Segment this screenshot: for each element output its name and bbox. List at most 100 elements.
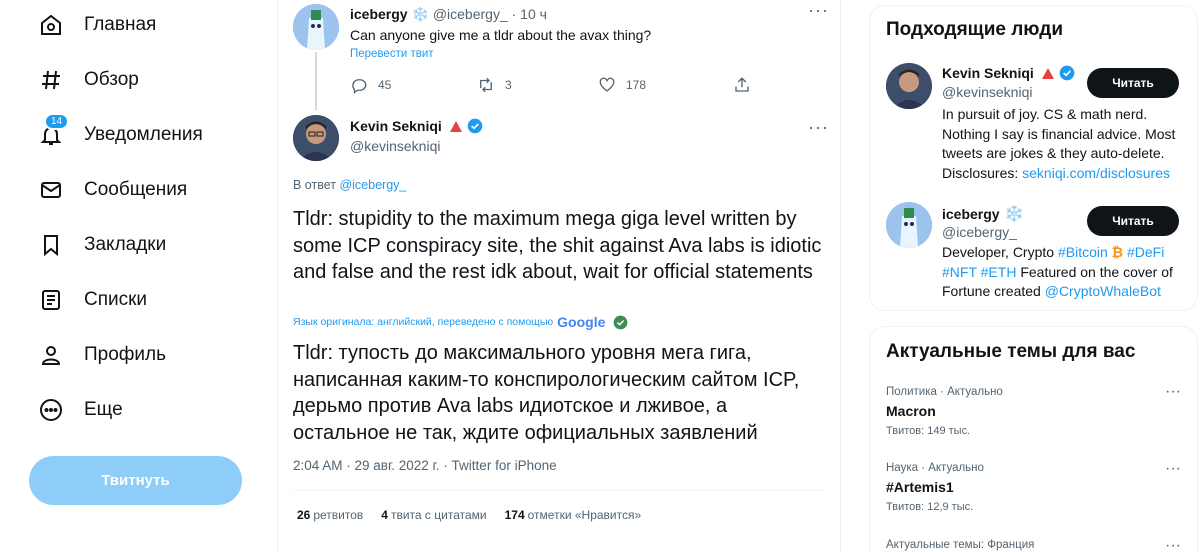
tweet-timestamp-source[interactable]: 2:04 AM · 29 авг. 2022 г. · Twitter for … xyxy=(293,458,557,473)
tweet-thread: icebergy ❄️ @icebergy_ · 10 ч ··· Can an… xyxy=(277,0,841,552)
suggest-icebergy-name-row: icebergy ❄️ xyxy=(942,204,1024,224)
envelope-icon xyxy=(38,177,64,203)
follow-button-kevin[interactable]: Читать xyxy=(1087,68,1179,98)
verified-badge-icon xyxy=(1059,65,1075,81)
hashtag-icon xyxy=(38,67,64,93)
divider xyxy=(293,490,825,491)
parent-tweet-time[interactable]: · 10 ч xyxy=(512,6,547,22)
trends-title: Актуальные темы для вас xyxy=(886,341,1136,362)
nav-label-more: Еще xyxy=(84,399,123,420)
nav-item-messages[interactable]: Сообщения xyxy=(38,170,187,210)
heart-icon xyxy=(599,77,615,92)
suggest-kevin-name-row: Kevin Sekniqi xyxy=(942,65,1075,83)
likes-stat[interactable]: 174 отметки «Нравится» xyxy=(505,508,642,522)
nav-item-bookmarks[interactable]: Закладки xyxy=(38,225,166,265)
person-icon xyxy=(38,342,64,368)
hashtag-eth-link[interactable]: #ETH xyxy=(981,264,1017,280)
quotes-stat-label: твита с цитатами xyxy=(390,508,487,522)
nav-label-explore: Обзор xyxy=(84,69,139,90)
trend-category: Политика · Актуально xyxy=(886,386,1003,398)
trends-panel: Актуальные темы для вас Политика · Актуа… xyxy=(869,326,1198,552)
translate-tweet-link[interactable]: Перевести твит xyxy=(350,48,434,60)
reply-action[interactable]: 45 xyxy=(350,76,391,94)
thread-connector-line xyxy=(315,52,317,110)
nav-item-notifications[interactable]: 14 Уведомления xyxy=(38,113,203,155)
avatar-kevin-sekniqi[interactable] xyxy=(293,115,339,161)
suggest-kevin-name[interactable]: Kevin Sekniqi xyxy=(942,65,1034,81)
reply-context: В ответ @icebergy_ xyxy=(293,178,406,192)
parent-author-name[interactable]: icebergy xyxy=(350,6,408,22)
trend-more-icon[interactable]: ··· xyxy=(1165,383,1181,401)
nav-item-explore[interactable]: Обзор xyxy=(38,60,139,100)
nav-item-home[interactable]: Главная xyxy=(38,5,156,45)
verified-badge-icon xyxy=(467,118,483,134)
hashtag-nft-link[interactable]: #NFT xyxy=(942,264,977,280)
translation-note[interactable]: Язык оригинала: английский, переведено с… xyxy=(293,316,553,328)
suggest-avatar-kevin[interactable] xyxy=(886,63,932,109)
reply-count: 45 xyxy=(378,78,392,92)
main-tweet-text: Tldr: stupidity to the maximum mega giga… xyxy=(293,208,822,283)
icebergy-bio-text-1: Developer, Crypto xyxy=(942,244,1055,260)
nav-label-profile: Профиль xyxy=(84,344,167,365)
bitcoin-icon: ₿ xyxy=(1111,244,1124,260)
share-icon xyxy=(735,77,749,92)
list-icon xyxy=(38,287,64,313)
suggest-icebergy-name[interactable]: icebergy xyxy=(942,206,1000,222)
trend-topic: Macron xyxy=(886,403,936,419)
tweet-button[interactable]: Твитнуть xyxy=(29,456,242,505)
nav-label-notifications: Уведомления xyxy=(84,124,203,145)
retweets-stat[interactable]: 26 ретвитов xyxy=(297,508,363,522)
parent-tweet-text: Can anyone give me a tldr about the avax… xyxy=(350,27,652,43)
main-author-handle[interactable]: @kevinsekniqi xyxy=(350,138,440,154)
follow-button-icebergy[interactable]: Читать xyxy=(1087,206,1179,236)
retweet-count: 3 xyxy=(505,78,512,92)
trend-more-icon[interactable]: ··· xyxy=(1165,460,1181,478)
suggest-kevin-handle[interactable]: @kevinsekniqi xyxy=(942,84,1032,100)
retweets-stat-count: 26 xyxy=(297,508,311,522)
disclosures-link[interactable]: sekniqi.com/disclosures xyxy=(1022,165,1170,181)
reply-prefix: В ответ xyxy=(293,178,336,192)
nav-label-lists: Списки xyxy=(84,289,148,310)
retweets-stat-label: ретвитов xyxy=(313,508,364,522)
cryptowhalebot-link[interactable]: @CryptoWhaleBot xyxy=(1045,283,1161,299)
like-action[interactable]: 178 xyxy=(598,76,646,94)
nav-label-bookmarks: Закладки xyxy=(84,234,167,255)
share-action[interactable] xyxy=(733,76,761,94)
main-author-name[interactable]: Kevin Sekniqi xyxy=(350,118,442,134)
quotes-stat-count: 4 xyxy=(381,508,388,522)
trend-item[interactable]: Наука · Актуально #Artemis1 Твитов: 12,9… xyxy=(886,462,1186,513)
red-triangle-icon xyxy=(1042,68,1055,79)
nav-label-home: Главная xyxy=(84,14,157,35)
nav-item-lists[interactable]: Списки xyxy=(38,280,147,320)
likes-stat-count: 174 xyxy=(504,508,525,522)
quotes-stat[interactable]: 4 твита с цитатами xyxy=(381,508,486,522)
tweet-engagement-stats: 26 ретвитов 4 твита с цитатами 174 отметки … xyxy=(297,508,641,522)
snowflake-icon: ❄️ xyxy=(411,6,429,22)
left-navigation: Главная Обзор 14 Уведомления Сообщения З… xyxy=(0,0,277,552)
trend-count: Твитов: 12,9 тыс. xyxy=(886,501,974,513)
snowflake-icon: ❄️ xyxy=(1004,206,1024,223)
trend-item[interactable]: Политика · Актуально Macron Твитов: 149 … xyxy=(886,386,1186,437)
nav-item-more[interactable]: Еще xyxy=(38,390,123,430)
who-to-follow-title: Подходящие люди xyxy=(886,19,1064,40)
red-triangle-icon xyxy=(450,121,463,132)
parent-author-handle[interactable]: @icebergy_ xyxy=(433,6,508,22)
check-circle-icon xyxy=(614,315,628,329)
suggest-avatar-icebergy[interactable] xyxy=(886,202,932,248)
trend-more-icon[interactable]: ··· xyxy=(1165,537,1181,552)
nav-item-profile[interactable]: Профиль xyxy=(38,335,166,375)
hashtag-bitcoin-link[interactable]: #Bitcoin xyxy=(1058,244,1108,260)
retweet-action[interactable]: 3 xyxy=(477,76,512,94)
trend-category: Актуальные темы: Франция xyxy=(886,539,1035,551)
suggest-icebergy-handle[interactable]: @icebergy_ xyxy=(942,224,1017,240)
trend-item[interactable]: Актуальные темы: Франция xyxy=(886,539,1186,551)
bell-icon: 14 xyxy=(38,113,70,148)
like-count: 178 xyxy=(626,78,647,92)
avatar-icebergy[interactable] xyxy=(293,4,339,50)
hashtag-defi-link[interactable]: #DeFi xyxy=(1127,244,1164,260)
parent-more-icon[interactable]: ··· xyxy=(808,0,829,21)
main-more-icon[interactable]: ··· xyxy=(808,117,829,138)
trend-topic: #Artemis1 xyxy=(886,479,954,495)
reply-to-handle[interactable]: @icebergy_ xyxy=(339,178,406,192)
likes-stat-label: отметки «Нравится» xyxy=(527,508,642,522)
